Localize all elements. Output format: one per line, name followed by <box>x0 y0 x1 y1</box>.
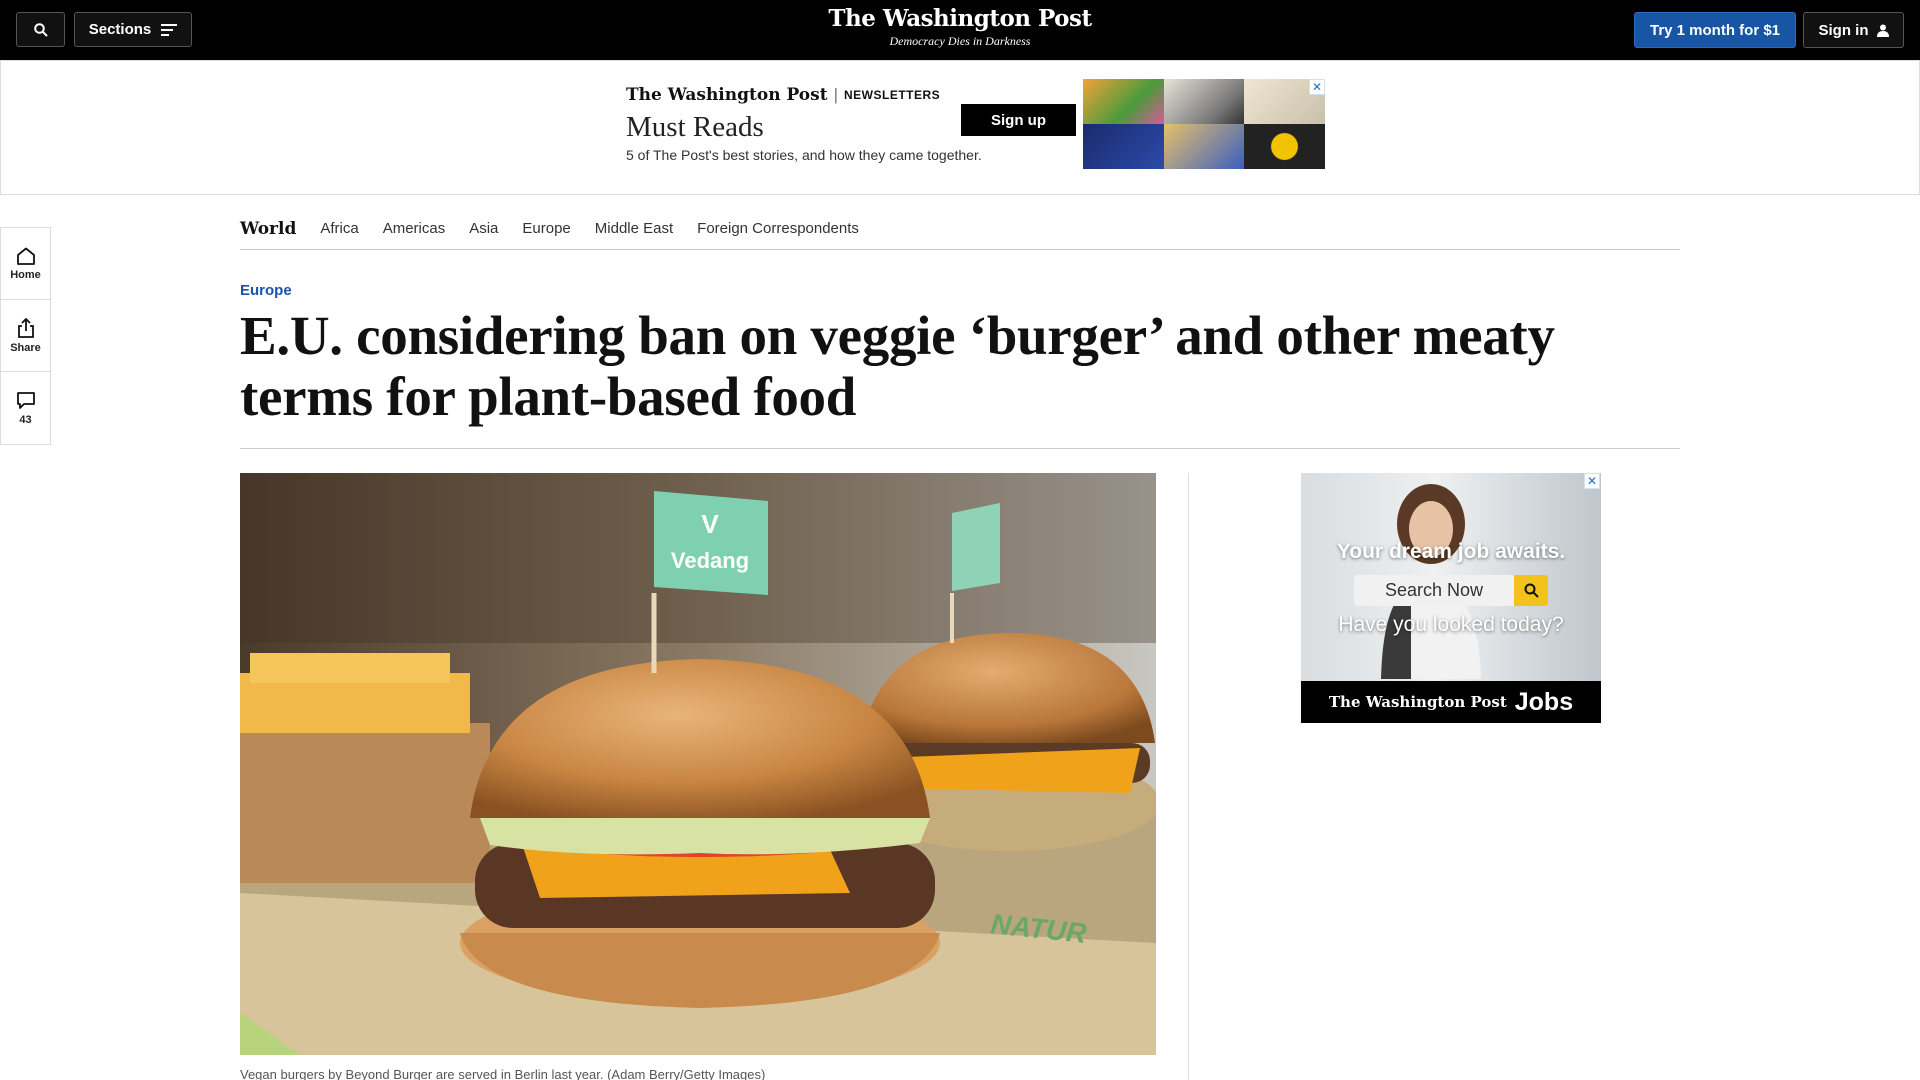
menu-icon <box>161 23 178 36</box>
share-button[interactable]: Share <box>1 300 50 372</box>
user-icon <box>1876 24 1889 37</box>
sign-in-button[interactable]: Sign in <box>1803 12 1904 48</box>
share-label: Share <box>10 341 41 354</box>
newsletter-ad[interactable]: The Washington Post | NEWSLETTERS Must R… <box>626 79 1326 169</box>
home-icon <box>16 247 35 265</box>
jobs-brand-logo: The Washington Post <box>1328 693 1507 711</box>
comment-icon <box>16 391 35 409</box>
newsletter-image-collage <box>1083 79 1325 169</box>
comments-button[interactable]: 43 <box>1 372 50 444</box>
jobs-advertisement[interactable]: Your dream job awaits. Search Now Have y… <box>1301 473 1601 723</box>
section-africa[interactable]: Africa <box>320 220 358 237</box>
divider <box>240 448 1680 449</box>
newsletter-description: 5 of The Post's best stories, and how th… <box>626 147 982 163</box>
section-middle-east[interactable]: Middle East <box>595 220 673 237</box>
collage-tile <box>1163 124 1245 169</box>
flag-letter: V <box>701 509 719 539</box>
collage-tile <box>1244 124 1325 169</box>
ad-close-icon[interactable]: ✕ <box>1584 473 1600 489</box>
advertisement-banner: The Washington Post | NEWSLETTERS Must R… <box>0 60 1920 195</box>
top-navigation-bar: Sections The Washington Post Democracy D… <box>0 0 1920 60</box>
sections-label: Sections <box>88 21 152 38</box>
jobs-headline: Your dream job awaits. <box>1336 540 1566 563</box>
masthead[interactable]: The Washington Post Democracy Dies in Da… <box>760 5 1160 49</box>
veggie-burgers-photo: V Vedang NATUR <box>240 473 1156 1055</box>
jobs-search-button[interactable] <box>1514 575 1548 606</box>
article-lead-photo: V Vedang NATUR <box>240 473 1156 1055</box>
search-icon <box>33 22 48 37</box>
subscribe-button[interactable]: Try 1 month for $1 <box>1634 12 1796 48</box>
comment-count: 43 <box>19 413 32 426</box>
section-europe[interactable]: Europe <box>522 220 570 237</box>
jobs-footer: The Washington Post Jobs <box>1301 681 1601 723</box>
newsletter-brand: The Washington Post | NEWSLETTERS <box>626 85 940 105</box>
ad-close-icon[interactable]: ✕ <box>1309 79 1325 95</box>
collage-tile <box>1083 79 1164 124</box>
section-americas[interactable]: Americas <box>383 220 446 237</box>
section-foreign-correspondents[interactable]: Foreign Correspondents <box>697 220 859 237</box>
sign-in-label: Sign in <box>1818 21 1869 39</box>
article-kicker[interactable]: Europe <box>240 282 292 299</box>
section-world[interactable]: World <box>240 219 296 239</box>
home-button[interactable]: Home <box>1 228 50 300</box>
column-divider <box>1188 473 1189 1080</box>
search-button[interactable] <box>16 12 65 47</box>
jobs-tagline: Have you looked today? <box>1338 613 1564 636</box>
collage-tile <box>1083 124 1164 169</box>
search-icon <box>1524 583 1539 598</box>
newsletters-label: NEWSLETTERS <box>844 88 941 102</box>
section-asia[interactable]: Asia <box>469 220 498 237</box>
jobs-label: Jobs <box>1514 687 1574 716</box>
jobs-search-input[interactable]: Search Now <box>1354 575 1514 606</box>
photo-caption: Vegan burgers by Beyond Burger are serve… <box>240 1067 766 1080</box>
divider: | <box>833 85 838 104</box>
sections-button[interactable]: Sections <box>74 12 192 47</box>
washington-post-logo: The Washington Post <box>828 5 1092 32</box>
article-headline: E.U. considering ban on veggie ‘burger’ … <box>240 305 1555 427</box>
flag-brand: Vedang <box>671 548 749 573</box>
newsletter-brand-logo: The Washington Post <box>626 85 828 105</box>
newsletter-title: Must Reads <box>626 111 764 143</box>
tagline: Democracy Dies in Darkness <box>889 34 1031 48</box>
newsletter-signup-button[interactable]: Sign up <box>961 104 1076 136</box>
article-action-rail: Home Share 43 <box>0 227 51 445</box>
home-label: Home <box>10 268 41 281</box>
share-icon <box>17 317 34 338</box>
section-navigation: World Africa Americas Asia Europe Middle… <box>240 208 1680 250</box>
collage-tile <box>1163 79 1245 124</box>
